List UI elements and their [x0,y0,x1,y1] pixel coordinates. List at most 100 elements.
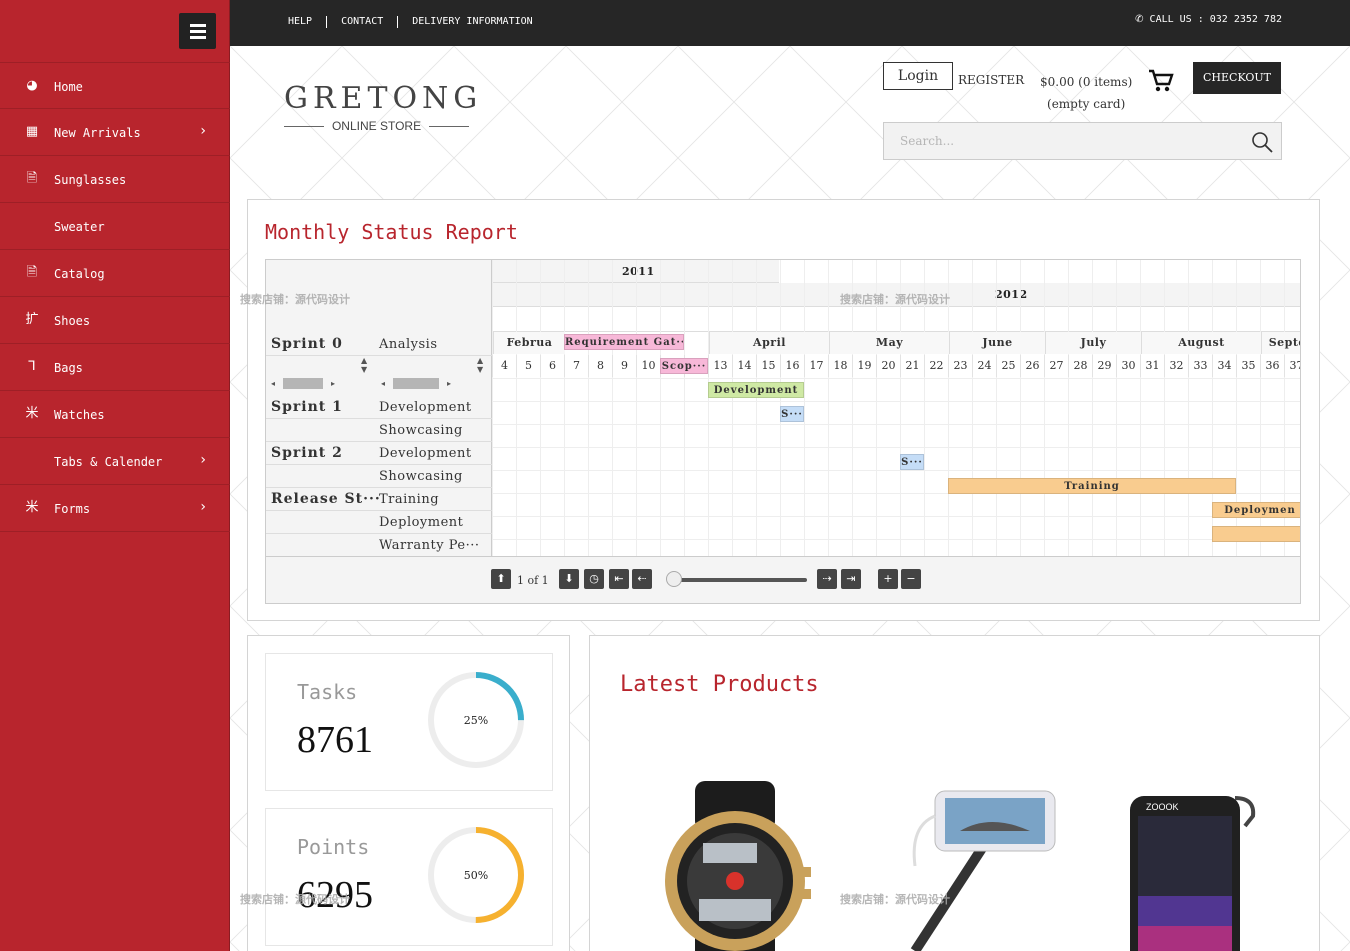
gantt-row[interactable]: Release St··· Training [266,488,492,511]
gantt-row[interactable]: Sprint 1 Development [266,396,492,419]
zoom-slider[interactable] [666,571,807,587]
contact-link[interactable]: CONTACT [326,16,397,28]
gantt-row[interactable]: Sprint 0 Analysis [266,333,492,356]
gantt-grid-line [756,260,757,556]
stat-card-points: Points 6295 50% [265,808,553,946]
gantt-task-bar[interactable] [1212,526,1300,542]
gantt-grid-line [1116,260,1117,556]
sidebar-item-tabs-calender[interactable]: Tabs & Calender › [0,438,230,485]
login-button[interactable]: Login [883,62,953,90]
menu-toggle-button[interactable] [179,13,216,49]
sidebar-item-label: Catalog [54,267,105,281]
sidebar-item-sweater[interactable]: Sweater [0,203,230,250]
sidebar-item-home[interactable]: ◕ Home [0,62,230,109]
gantt-grid-line [660,260,661,556]
sidebar-item-watches[interactable]: 米 Watches [0,391,230,438]
checkout-button[interactable]: CHECKOUT [1193,62,1281,94]
gantt-month-label: May [829,332,949,354]
delivery-information-link[interactable]: DELIVERY INFORMATION [397,16,546,28]
sidebar-item-sunglasses[interactable]: 🗎 Sunglasses [0,156,230,203]
gantt-week-label: 7 [564,355,588,377]
gantt-grid-line [1164,260,1165,556]
watch-image[interactable] [655,781,815,951]
sidebar: ◕ Home ▦ New Arrivals › 🗎 Sunglasses Sweater 🗎 Ca… [0,0,230,951]
gantt-group-label: Sprint 1 [271,399,343,415]
gantt-year-label: 2011 [622,265,655,278]
dashboard-icon: ◕ [26,78,38,93]
speaker-image[interactable]: ZOOOK [1120,786,1260,951]
sidebar-item-shoes[interactable]: 扩 Shoes [0,297,230,344]
gantt-week-label: 27 [1044,355,1068,377]
gantt-row[interactable]: Showcasing [266,419,492,442]
progress-percent: 50% [464,869,488,882]
gantt-task-bar[interactable]: Scop··· [660,358,708,374]
watermark-text: 搜索店铺：源代码设计 [840,293,950,306]
h-scrollbar-2[interactable]: ◂ ▸ [381,378,463,392]
gantt-week-label: 31 [1140,355,1164,377]
gantt-week-label: 37 [1284,355,1300,377]
extend-icon: 扩 [25,312,39,327]
sidebar-item-catalog[interactable]: 🗎 Catalog [0,250,230,297]
watch-icon: 米 [25,406,39,421]
gantt-grid-line [516,260,517,556]
cart-summary[interactable]: $0.00 (0 items) (empty card) [1040,71,1132,115]
gantt-grid-line [564,260,565,556]
scroll-arrows-1[interactable]: ▲ ▼ [361,356,371,374]
gantt-task-label: Deployment [379,515,464,530]
gantt-grid-line [612,260,613,556]
register-link[interactable]: REGISTER [958,73,1024,87]
watermark-text: 搜索店铺：源代码设计 [840,893,950,906]
gantt-grid-line [1140,260,1141,556]
help-link[interactable]: HELP [288,16,326,28]
gantt-row[interactable]: Deployment [266,511,492,534]
gantt-week-label: 22 [924,355,948,377]
zoom-out-button[interactable]: − [901,569,921,589]
gantt-group-label: Sprint 2 [271,445,343,461]
gantt-row[interactable]: Warranty Pe··· [266,534,492,557]
arrow-down-button[interactable]: ⬇ [559,569,579,589]
gantt-grid-line [1092,260,1093,556]
search-icon[interactable] [1251,131,1273,153]
call-us-text: CALL US : 032 2352 782 [1149,14,1282,25]
last-button[interactable]: ⇥ [841,569,861,589]
sidebar-item-label: Watches [54,408,105,422]
gantt-task-label: Development [379,400,472,415]
gantt-week-label: 4 [492,355,516,377]
sidebar-item-bags[interactable]: ⅂ Bags [0,344,230,391]
sidebar-item-label: Sunglasses [54,173,127,187]
gantt-month-label: July [1045,332,1141,354]
h-scrollbar-1[interactable]: ◂ ▸ [271,378,353,392]
gantt-task-bar[interactable]: Deploymen [1212,502,1300,518]
cart-note: (empty card) [1047,97,1126,111]
gantt-task-bar[interactable]: Requirement Gat··· [564,334,684,350]
gantt-row[interactable]: Sprint 2 Development [266,442,492,465]
sidebar-item-forms[interactable]: 米 Forms › [0,485,230,532]
clock-button[interactable]: ◷ [584,569,604,589]
gantt-task-bar[interactable]: Training [948,478,1236,494]
cart-icon[interactable] [1148,68,1174,94]
arrow-up-button[interactable]: ⬆ [491,569,511,589]
search-input[interactable] [884,123,1224,159]
sidebar-item-new-arrivals[interactable]: ▦ New Arrivals › [0,109,230,156]
gantt-week-label: 29 [1092,355,1116,377]
zoom-slider-knob[interactable] [666,571,682,587]
gantt-grid-line [492,401,1300,402]
prev-button[interactable]: ⇠ [632,569,652,589]
gantt-task-bar[interactable]: Development [708,382,804,398]
selfie-stick-image[interactable] [890,776,1070,951]
sidebar-nav: ◕ Home ▦ New Arrivals › 🗎 Sunglasses Sweater 🗎 Ca… [0,62,230,532]
logo[interactable]: GRETONG ONLINE STORE [284,81,477,133]
gantt-task-bar[interactable]: S··· [900,454,924,470]
first-button[interactable]: ⇤ [609,569,629,589]
gantt-row[interactable]: Showcasing [266,465,492,488]
gantt-task-bar[interactable]: S··· [780,406,804,422]
zoom-in-button[interactable]: + [878,569,898,589]
cart-total: $0.00 (0 items) [1040,75,1133,89]
scroll-arrows-2[interactable]: ▲ ▼ [477,356,487,374]
document-icon: 🗎 [26,265,38,280]
gantt-chart: ▲ ▼ ▲ ▼ ◂ ▸ ◂ ▸ Sprint 0 Analysis Sprint 1 Deve… [265,259,1301,604]
next-button[interactable]: ⇢ [817,569,837,589]
gantt-group-label: Sprint 0 [271,336,343,352]
gantt-grid-line [540,260,541,556]
stat-value: 8761 [297,719,373,761]
